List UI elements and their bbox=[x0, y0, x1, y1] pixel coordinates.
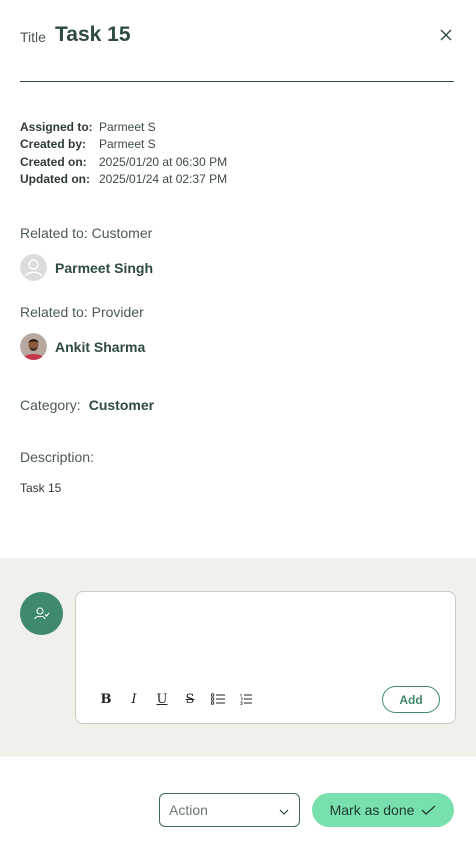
meta-key: Assigned to: bbox=[20, 119, 93, 134]
action-dropdown-label: Action bbox=[169, 802, 208, 818]
category-label: Category: bbox=[20, 397, 81, 413]
bold-icon[interactable]: B bbox=[92, 690, 120, 708]
chevron-down-icon bbox=[278, 805, 290, 821]
user-check-icon bbox=[33, 606, 49, 619]
meta-assigned-to: Assigned to: Parmeet S bbox=[20, 118, 227, 136]
underline-icon[interactable]: U bbox=[148, 690, 176, 708]
numbered-list-icon[interactable] bbox=[232, 690, 260, 708]
user-avatar bbox=[20, 592, 63, 635]
bullet-list-icon[interactable] bbox=[204, 690, 232, 708]
meta-key: Created by: bbox=[20, 137, 87, 152]
avatar-placeholder-icon bbox=[20, 254, 47, 281]
provider-name: Ankit Sharma bbox=[55, 338, 146, 355]
comment-editor[interactable]: B I U S Add bbox=[75, 591, 456, 724]
category: Category: Customer bbox=[20, 397, 154, 413]
meta-key: Created on: bbox=[20, 154, 87, 169]
close-icon[interactable] bbox=[438, 27, 454, 43]
formatting-toolbar: B I U S bbox=[92, 690, 260, 708]
related-provider-label: Related to: Provider bbox=[20, 304, 144, 320]
title-label: Title bbox=[20, 29, 46, 45]
meta-key: Updated on: bbox=[20, 172, 90, 187]
meta-updated-on: Updated on: 2025/01/24 at 02:37 PM bbox=[20, 171, 227, 189]
checkmark-icon bbox=[421, 805, 436, 815]
meta-created-on: Created on: 2025/01/20 at 06:30 PM bbox=[20, 153, 227, 171]
mark-as-done-button[interactable]: Mark as done bbox=[312, 793, 454, 827]
avatar bbox=[20, 333, 47, 360]
task-meta: Assigned to: Parmeet S Created by: Parme… bbox=[20, 118, 227, 188]
related-customer-label: Related to: Customer bbox=[20, 225, 153, 241]
customer-name: Parmeet Singh bbox=[55, 259, 154, 276]
task-title[interactable]: Task 15 bbox=[55, 23, 131, 47]
related-provider[interactable]: Ankit Sharma bbox=[20, 333, 145, 360]
meta-value: 2025/01/24 at 02:37 PM bbox=[99, 172, 228, 187]
action-dropdown[interactable]: Action bbox=[159, 793, 300, 827]
description-text: Task 15 bbox=[20, 481, 62, 495]
strikethrough-icon[interactable]: S bbox=[176, 690, 204, 708]
task-header: Title Task 15 bbox=[20, 22, 454, 82]
meta-value: 2025/01/20 at 06:30 PM bbox=[99, 154, 228, 169]
meta-value: Parmeet S bbox=[99, 137, 156, 152]
mark-as-done-label: Mark as done bbox=[329, 802, 415, 818]
add-comment-button[interactable]: Add bbox=[382, 686, 440, 713]
meta-created-by: Created by: Parmeet S bbox=[20, 136, 227, 154]
category-value: Customer bbox=[88, 397, 155, 413]
comment-section: B I U S Add bbox=[0, 558, 476, 757]
meta-value: Parmeet S bbox=[99, 119, 156, 134]
description-label: Description: bbox=[20, 449, 94, 465]
related-customer[interactable]: Parmeet Singh bbox=[20, 254, 153, 281]
italic-icon[interactable]: I bbox=[120, 690, 148, 708]
